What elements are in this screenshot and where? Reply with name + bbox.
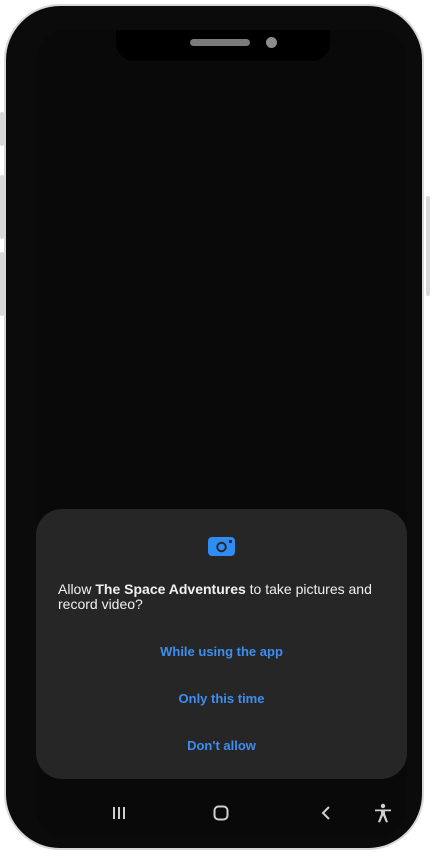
only-this-time-button[interactable]: Only this time [36, 691, 407, 706]
front-camera [266, 37, 277, 48]
home-button[interactable] [208, 795, 234, 835]
screen: Allow The Space Adventures to take pictu… [36, 30, 407, 838]
permission-dialog: Allow The Space Adventures to take pictu… [36, 509, 407, 779]
phone-frame: Allow The Space Adventures to take pictu… [4, 4, 424, 850]
back-button[interactable] [314, 795, 338, 835]
back-icon [320, 805, 332, 826]
navigation-bar [36, 795, 407, 835]
message-prefix: Allow [58, 581, 96, 597]
recent-apps-button[interactable] [106, 795, 132, 835]
permission-message: Allow The Space Adventures to take pictu… [58, 582, 388, 612]
home-icon [213, 805, 229, 826]
accessibility-icon [374, 803, 392, 828]
while-using-app-button[interactable]: While using the app [36, 644, 407, 659]
dont-allow-button[interactable]: Don't allow [36, 738, 407, 753]
notch [116, 30, 330, 61]
power-key [426, 196, 430, 296]
recent-apps-icon [111, 806, 127, 825]
accessibility-button[interactable] [370, 795, 396, 835]
speaker-grille [190, 39, 250, 46]
app-name: The Space Adventures [95, 581, 246, 597]
camera-icon [208, 535, 236, 557]
